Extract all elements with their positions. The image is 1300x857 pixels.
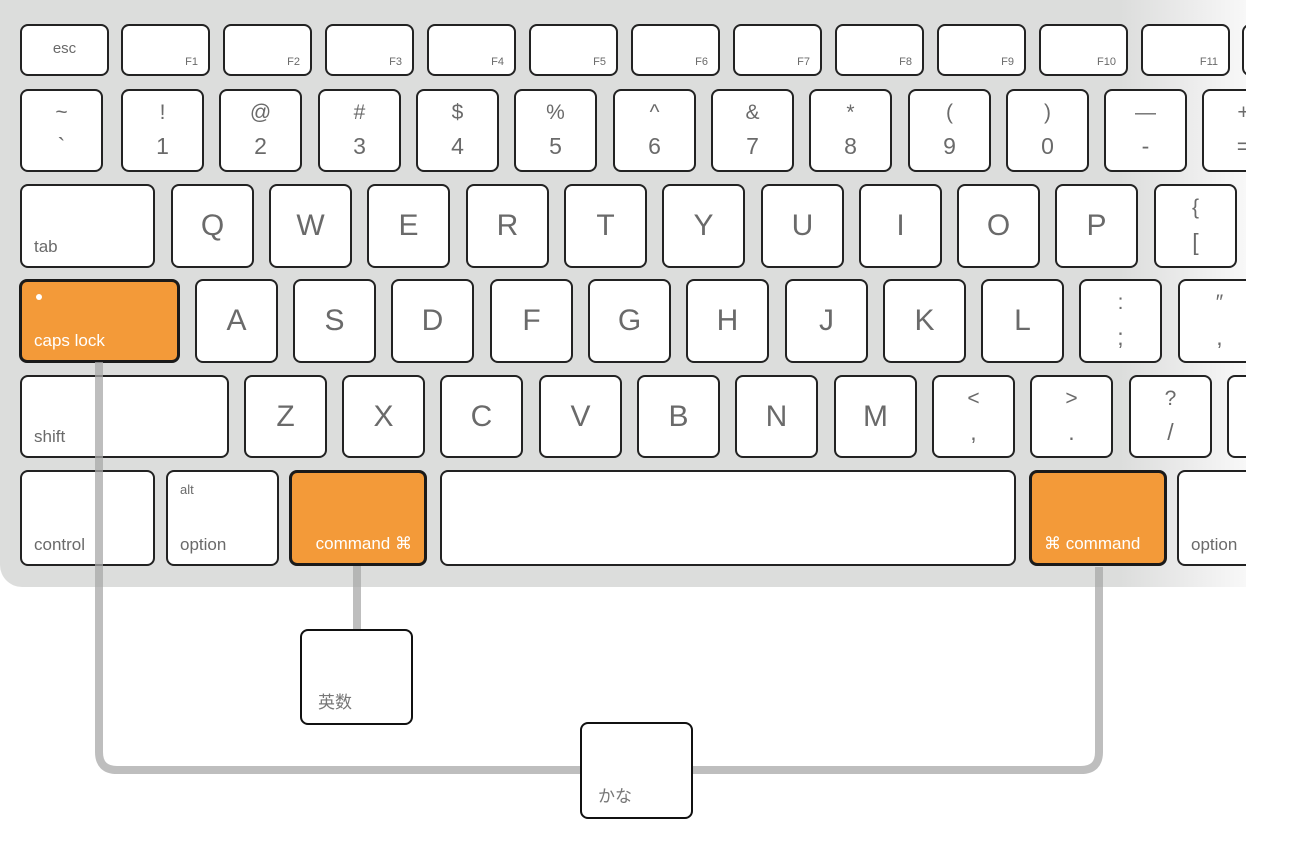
- eisu-key[interactable]: 英数: [300, 629, 413, 725]
- key-label: 英数: [318, 693, 352, 712]
- capslock-connector: [95, 362, 1103, 774]
- key-label: かな: [598, 787, 632, 806]
- kana-key[interactable]: かな: [580, 722, 693, 819]
